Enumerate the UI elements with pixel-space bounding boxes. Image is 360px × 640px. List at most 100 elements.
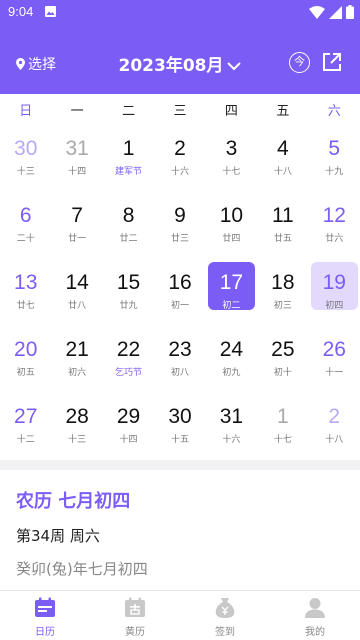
lunar-day-label: 十六: [222, 435, 241, 445]
calendar-day-cell[interactable]: 19 初四: [309, 258, 360, 325]
calendar-day-cell[interactable]: 30 十五: [154, 392, 205, 459]
calendar-day-cell[interactable]: 28 十三: [51, 392, 102, 459]
tab-profile[interactable]: 我的: [270, 591, 360, 640]
calendar-day-cell[interactable]: 14 廿八: [51, 258, 102, 325]
day-number: 7: [71, 204, 83, 227]
calendar-day-cell[interactable]: 25 初十: [257, 325, 308, 392]
calendar-day-cell[interactable]: 11 廿五: [257, 191, 308, 258]
calendar-day-cell[interactable]: 18 初三: [257, 258, 308, 325]
section-divider: [0, 460, 360, 470]
day-number: 5: [328, 137, 341, 160]
day-number: 11: [271, 204, 294, 227]
day-number: 14: [65, 271, 89, 294]
tab-label: 日历: [35, 627, 55, 638]
tab-checkin[interactable]: 签到: [180, 591, 270, 640]
calendar-day-cell[interactable]: 13 廿七: [0, 258, 51, 325]
lunar-day-label: 廿七: [16, 301, 35, 311]
calendar-day-cell[interactable]: 12 廿六: [309, 191, 360, 258]
lunar-day-label: 十一: [325, 368, 344, 378]
status-time: 9:04: [8, 4, 34, 19]
day-number: 25: [271, 338, 295, 361]
lunar-day-label: 初六: [68, 368, 87, 378]
calendar-day-cell[interactable]: 9 廿三: [154, 191, 205, 258]
day-number: 30: [168, 405, 192, 428]
tab-label: 我的: [305, 627, 325, 638]
calendar-day-cell[interactable]: 3 十七: [206, 124, 257, 191]
day-number: 31: [65, 137, 89, 160]
calendar-day-cell[interactable]: 15 廿九: [103, 258, 154, 325]
calendar-day-cell[interactable]: 2 十六: [154, 124, 205, 191]
share-icon[interactable]: [321, 51, 343, 73]
day-number: 18: [271, 271, 295, 294]
day-number: 15: [116, 271, 141, 294]
tab-calendar[interactable]: 日历: [0, 591, 90, 640]
lunar-date-title: 农历 七月初四: [16, 491, 131, 512]
today-button[interactable]: 今: [289, 52, 310, 73]
lunar-day-label: 初三: [273, 301, 292, 311]
calendar-day-cell[interactable]: 24 初九: [206, 325, 257, 392]
lunar-day-label: 初十: [273, 368, 292, 378]
calendar-day-cell[interactable]: 27 十二: [0, 392, 51, 459]
lunar-day-label: 十九: [325, 167, 344, 177]
calendar-day-cell[interactable]: 26 十一: [309, 325, 360, 392]
lunar-day-label: 十七: [273, 435, 292, 445]
day-number: 27: [14, 405, 38, 428]
calendar-day-cell[interactable]: 8 廿二: [103, 191, 154, 258]
calendar-day-cell[interactable]: 5 十九: [309, 124, 360, 191]
day-number: 6: [19, 204, 32, 227]
calendar-day-cell[interactable]: 20 初五: [0, 325, 51, 392]
lunar-day-label: 初二: [222, 301, 241, 311]
calendar-day-cell[interactable]: 7 廿一: [51, 191, 102, 258]
chevron-down-icon: [227, 61, 242, 70]
system-icons: [309, 4, 354, 20]
lunar-day-label: 二十: [16, 234, 35, 244]
calendar-day-cell[interactable]: 23 初八: [154, 325, 205, 392]
calendar-day-cell[interactable]: 16 初一: [154, 258, 205, 325]
almanac-icon: [125, 597, 145, 617]
lunar-day-label: 初四: [325, 301, 344, 311]
day-number: 8: [122, 204, 135, 227]
calendar-day-cell[interactable]: 17 初二: [206, 258, 257, 325]
lunar-day-label: 初八: [170, 368, 189, 378]
day-number: 30: [14, 137, 38, 160]
weekday-header: 日 一 二 三 四 五 六: [0, 94, 360, 124]
calendar-day-cell[interactable]: 29 十四: [103, 392, 154, 459]
day-number: 2: [328, 405, 341, 428]
day-number: 13: [14, 271, 38, 294]
lunar-day-label: 十七: [222, 167, 241, 177]
calendar-day-cell[interactable]: 4 十八: [257, 124, 308, 191]
lunar-day-label: 廿一: [68, 234, 87, 244]
day-number: 3: [225, 137, 238, 160]
day-number: 21: [65, 338, 89, 361]
day-number: 9: [174, 204, 186, 227]
calendar-day-cell[interactable]: 30 十三: [0, 124, 51, 191]
calendar-header: 选择 2023年08月 今: [0, 24, 360, 94]
day-number: 26: [322, 338, 346, 361]
lunar-day-label: 十六: [170, 167, 189, 177]
day-number: 20: [14, 338, 38, 361]
day-number: 2: [174, 137, 186, 160]
calendar-day-cell[interactable]: 31 十六: [206, 392, 257, 459]
calendar-day-cell[interactable]: 31 十四: [51, 124, 102, 191]
calendar-day-cell[interactable]: 2 十八: [309, 392, 360, 459]
calendar-day-cell[interactable]: 1 十七: [257, 392, 308, 459]
lunar-day-label: 十五: [170, 435, 189, 445]
image-notification-icon: [45, 6, 56, 17]
day-number: 29: [116, 405, 141, 428]
day-number: 1: [277, 405, 289, 428]
lunar-day-label: 十三: [68, 435, 87, 445]
weekday-label: 五: [276, 104, 290, 119]
calendar-day-cell[interactable]: 10 廿四: [206, 191, 257, 258]
calendar-day-cell[interactable]: 21 初六: [51, 325, 102, 392]
weekday-label: 日: [19, 104, 33, 119]
lunar-day-label: 廿二: [119, 234, 138, 244]
calendar-day-cell[interactable]: 22 乞巧节: [103, 325, 154, 392]
battery-icon: [346, 5, 354, 19]
lunar-day-label: 乞巧节: [115, 368, 143, 378]
tab-almanac[interactable]: 黄历: [90, 591, 180, 640]
money-bag-icon: [215, 598, 235, 618]
user-icon: [305, 598, 325, 618]
calendar-day-cell[interactable]: 6 二十: [0, 191, 51, 258]
lunar-day-label: 初九: [222, 368, 241, 378]
calendar-day-cell[interactable]: 1 建军节: [103, 124, 154, 191]
